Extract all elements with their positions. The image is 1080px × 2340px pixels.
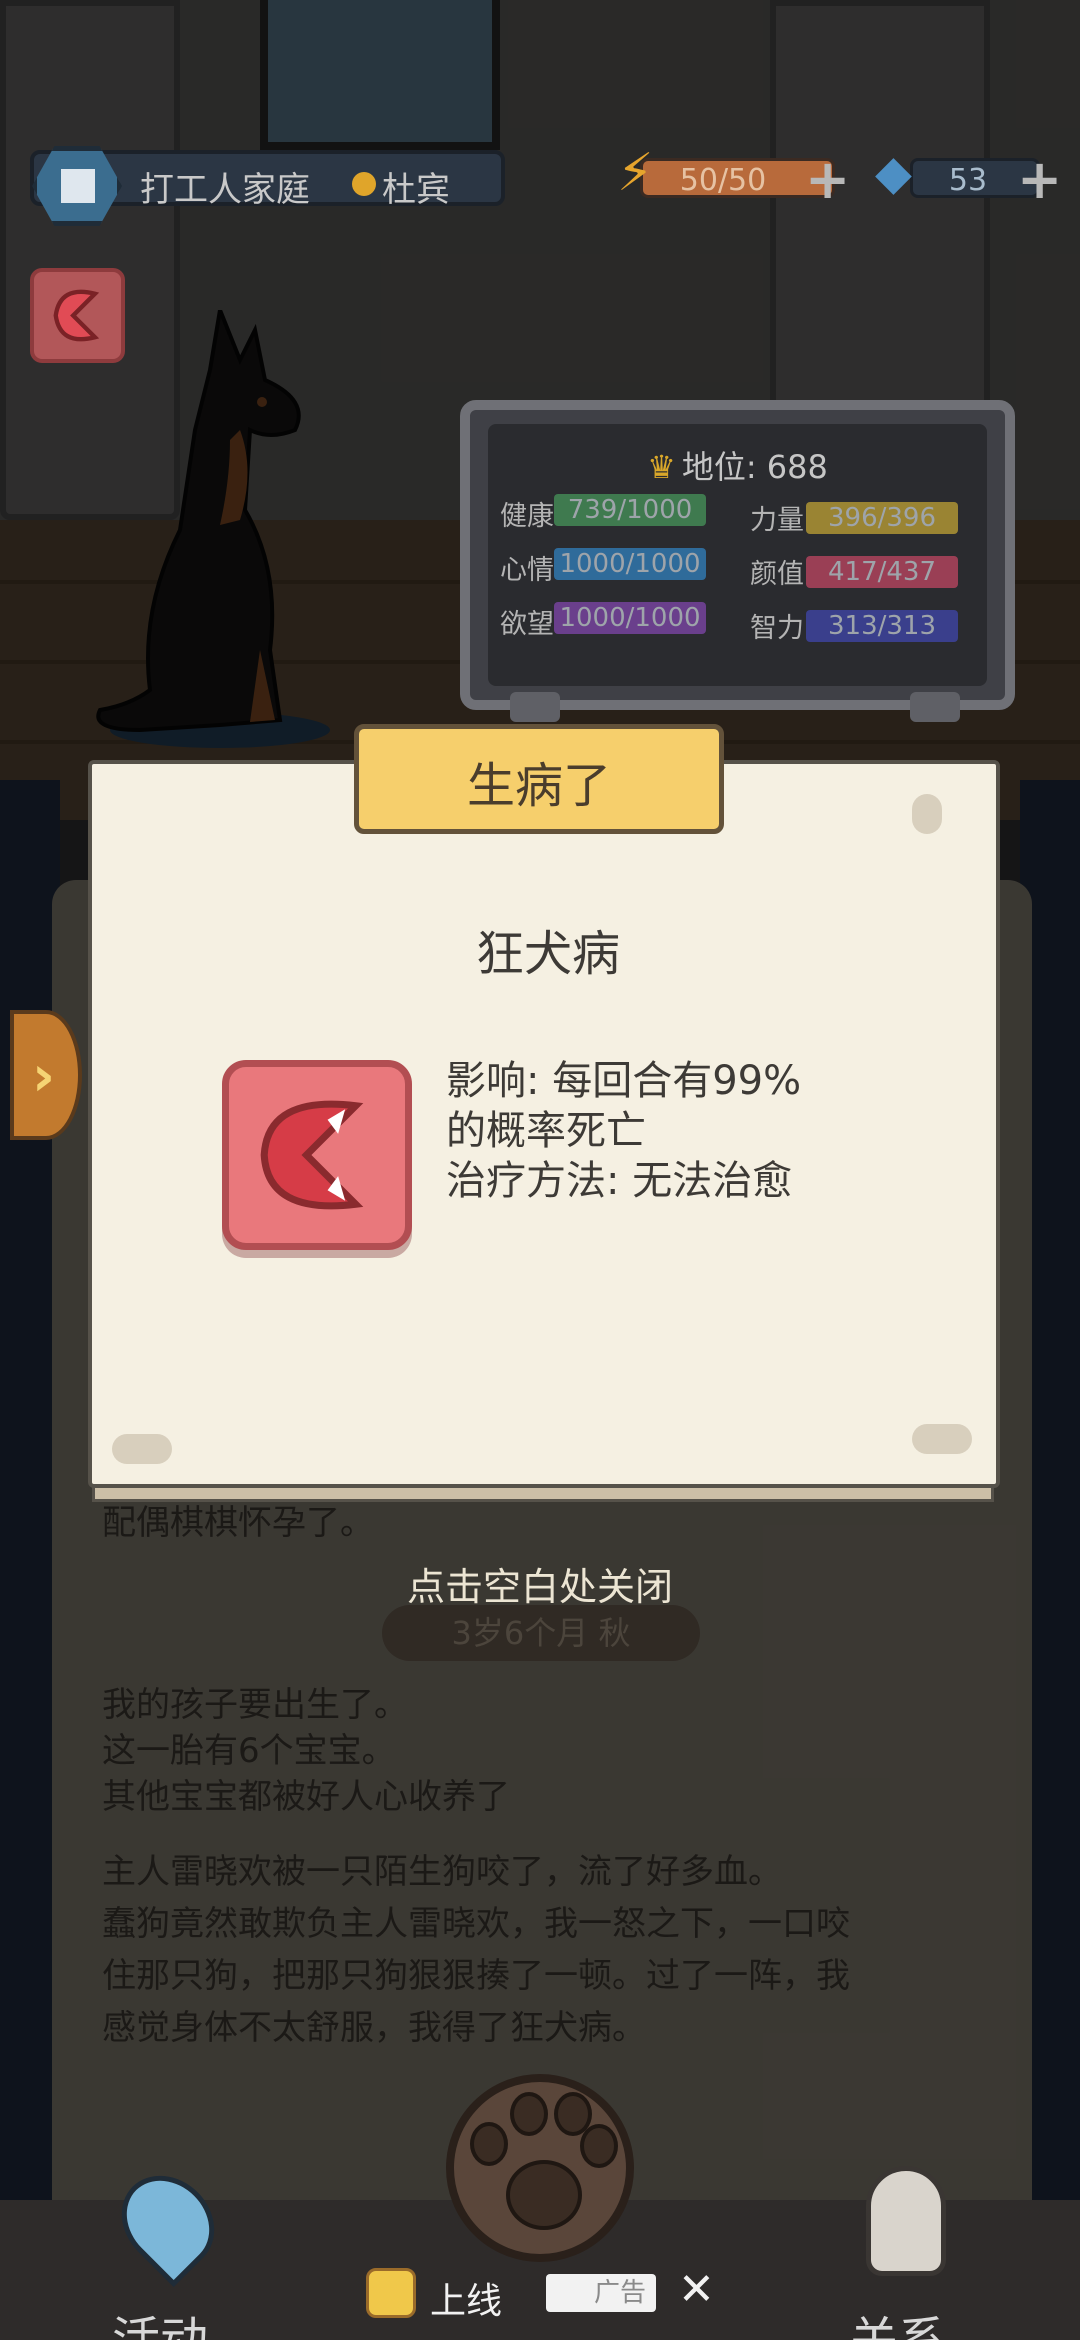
effect-line: 的概率死亡 — [446, 1108, 646, 1154]
status-title: ♛ 地位: 688 — [488, 442, 987, 488]
stat-label-desire: 欲望 — [500, 609, 554, 640]
side-expand-tab[interactable]: › — [10, 1010, 82, 1140]
age-label: 3岁6个月 秋 — [382, 1605, 700, 1661]
top-bar: 打工人家庭 杜宾 ⚡ 50/50 + ◆ 53 + — [30, 140, 1062, 226]
nav-activity-label[interactable]: 活动 — [112, 2300, 208, 2340]
disease-name: 狂犬病 — [475, 926, 620, 982]
diamond-icon: ◆ — [875, 145, 912, 201]
energy-value: 50/50 — [679, 163, 767, 198]
disease-icon — [222, 1060, 412, 1250]
diary-line: 蠢狗竟然敢欺负主人雷晓欢，我一怒之下，一口咬 — [102, 1904, 850, 1944]
paper-stain — [912, 794, 942, 834]
popup-title: 生病了 — [466, 758, 611, 814]
diary-paragraph-2: 主人雷晓欢被一只陌生狗咬了，流了好多血。 蠢狗竟然敢欺负主人雷晓欢，我一怒之下，… — [102, 1846, 850, 2054]
breed-name: 杜宾 — [382, 170, 450, 210]
family-info[interactable]: 打工人家庭 杜宾 — [30, 146, 505, 226]
paw-toe-icon — [470, 2122, 508, 2166]
stat-label-strength: 力量 — [750, 505, 804, 536]
stat-value-strength: 396/396 — [806, 502, 958, 534]
diary-line: 住那只狗，把那只狗狠狠揍了一顿。过了一阵，我 — [102, 1956, 850, 1996]
ad-text: 上线 — [430, 2281, 503, 2322]
handshake-icon[interactable] — [866, 2166, 946, 2276]
disease-effect: 影响: 每回合有99% 的概率死亡 治疗方法: 无法治愈 — [446, 1056, 801, 1206]
chevron-right-icon: › — [32, 1044, 56, 1109]
crown-icon: ♛ — [647, 448, 676, 486]
ad-banner[interactable]: 上线 广告 ✕ — [366, 2264, 726, 2322]
paw-pad-icon — [506, 2160, 582, 2230]
stat-value-intellect: 313/313 — [806, 610, 958, 642]
status-board-panel: ♛ 地位: 688 健康 739/1000 心情 1000/1000 欲望 100… — [488, 424, 987, 686]
ad-tag: 广告 — [546, 2274, 656, 2312]
nav-relations-label[interactable]: 关系 — [850, 2300, 946, 2340]
cure-line: 治疗方法: 无法治愈 — [446, 1158, 793, 1204]
diary-line: 我的孩子要出生了。 — [102, 1685, 408, 1725]
status-value: 地位: 688 — [681, 448, 828, 486]
paper-stain — [912, 1424, 972, 1454]
rabies-mouth-icon — [260, 1100, 364, 1210]
stat-label-health: 健康 — [500, 501, 554, 532]
add-gem-button[interactable]: + — [1017, 153, 1062, 207]
diary-paragraph-1: 我的孩子要出生了。 这一胎有6个宝宝。 其他宝宝都被好人心收养了 — [102, 1682, 510, 1820]
paw-toe-icon — [580, 2124, 618, 2168]
effect-line: 影响: 每回合有99% — [446, 1058, 802, 1104]
rabies-mouth-icon — [53, 289, 100, 342]
diary-line: 其他宝宝都被好人心收养了 — [102, 1777, 510, 1817]
stat-label-mood: 心情 — [500, 555, 554, 586]
stat-value-health: 739/1000 — [554, 494, 706, 526]
add-energy-button[interactable]: + — [805, 153, 850, 207]
stat-label-looks: 颜值 — [750, 559, 804, 590]
gem-counter[interactable]: ◆ 53 + — [875, 149, 1062, 207]
board-leg — [510, 692, 560, 722]
paper-stain — [112, 1434, 172, 1464]
paw-action-button[interactable] — [446, 2074, 634, 2262]
ad-app-logo — [366, 2268, 416, 2318]
medal-icon — [352, 172, 376, 196]
diary-line: 主人雷晓欢被一只陌生狗咬了，流了好多血。 — [102, 1852, 782, 1892]
disease-status-badge[interactable] — [30, 268, 125, 363]
family-name: 打工人家庭 — [140, 170, 310, 210]
stat-value-looks: 417/437 — [806, 556, 958, 588]
diary-partner-line: 配偶棋棋怀孕了。 — [102, 1503, 374, 1543]
stat-label-intellect: 智力 — [750, 613, 804, 644]
gem-value: 53 — [948, 163, 988, 198]
family-house-icon — [32, 146, 122, 226]
popup-title-ribbon: 生病了 — [354, 724, 724, 834]
energy-counter[interactable]: ⚡ 50/50 + — [617, 147, 850, 207]
status-board[interactable]: ♛ 地位: 688 健康 739/1000 心情 1000/1000 欲望 100… — [460, 400, 1015, 722]
stat-value-mood: 1000/1000 — [554, 548, 706, 580]
ad-close-icon[interactable]: ✕ — [678, 2264, 715, 2315]
diary-line: 这一胎有6个宝宝。 — [102, 1731, 396, 1771]
disease-popup[interactable]: 狂犬病 影响: 每回合有99% 的概率死亡 治疗方法: 无法治愈 — [88, 760, 1000, 1488]
stat-value-desire: 1000/1000 — [554, 602, 706, 634]
close-hint[interactable]: 点击空白处关闭 — [0, 1556, 1080, 1611]
board-leg — [910, 692, 960, 722]
paw-toe-icon — [510, 2092, 548, 2136]
diary-line: 感觉身体不太舒服，我得了狂犬病。 — [102, 2008, 646, 2048]
